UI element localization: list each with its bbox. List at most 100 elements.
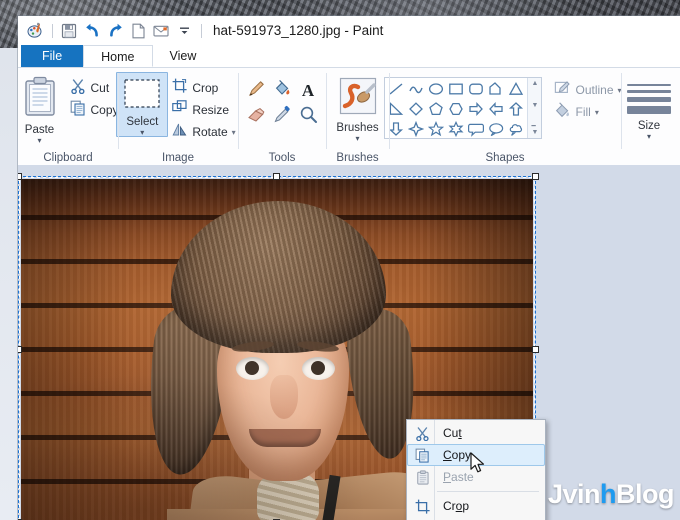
outline-label: Outline: [575, 83, 614, 97]
menu-item-crop-label: Crop: [443, 499, 470, 513]
rotate-caret-icon[interactable]: ▾: [232, 128, 236, 137]
brush-icon: [338, 76, 378, 121]
brushes-label: Brushes: [336, 122, 379, 134]
rotate-label: Rotate: [192, 125, 228, 139]
shapes-scrollbar[interactable]: ▲ ▼ ━ ▼: [527, 78, 542, 138]
window-title: hat-591973_1280.jpg - Paint: [213, 23, 384, 38]
paint-app-icon[interactable]: [24, 20, 46, 42]
open-gallery-icon[interactable]: ━ ▼: [532, 123, 539, 136]
select-button[interactable]: Select ▾: [116, 72, 169, 137]
paste-button[interactable]: Paste ▾: [18, 72, 66, 145]
scroll-down-icon[interactable]: ▼: [532, 102, 539, 110]
pencil-icon: [247, 79, 266, 103]
menu-item-cut[interactable]: Cut: [407, 422, 545, 444]
fill-icon: [554, 101, 570, 123]
copy-button[interactable]: Copy: [66, 99, 123, 121]
shape-polygon[interactable]: [486, 79, 506, 99]
resize-button[interactable]: Resize: [168, 99, 239, 121]
tab-file[interactable]: File: [21, 45, 84, 67]
shape-rounded-rectangle[interactable]: [466, 79, 486, 99]
clipboard-icon: [22, 76, 58, 123]
select-caret-icon[interactable]: ▾: [140, 129, 144, 137]
shape-diamond[interactable]: [406, 99, 426, 119]
shape-right-arrow[interactable]: [466, 99, 486, 119]
menu-item-paste: Paste: [407, 466, 545, 488]
resize-icon: [172, 100, 187, 120]
shape-down-arrow[interactable]: [386, 119, 406, 139]
size-label: Size: [637, 120, 661, 132]
shape-pentagon[interactable]: [426, 99, 446, 119]
redo-icon[interactable]: [104, 20, 126, 42]
crop-button[interactable]: Crop: [168, 77, 239, 99]
menu-item-copy[interactable]: Copy: [407, 444, 545, 466]
selection-handle-top-center[interactable]: [273, 173, 280, 180]
tab-home[interactable]: Home: [83, 45, 153, 67]
shape-rectangle[interactable]: [446, 79, 466, 99]
shape-six-point-star[interactable]: [446, 119, 466, 139]
watermark-part2: h: [600, 479, 617, 509]
watermark-part3: Blog: [616, 479, 675, 509]
watermark-part1: Jvin: [547, 479, 601, 509]
shape-line[interactable]: [386, 79, 406, 99]
ribbon-group-image: Select ▾ Crop Resize Rotate ▾ Image: [116, 68, 239, 166]
shape-oval-callout[interactable]: [486, 119, 506, 139]
outline-button[interactable]: Outline ▾: [550, 79, 625, 101]
canvas-area[interactable]: Cut Copy Paste Crop JvinhBlog: [18, 165, 680, 520]
group-label-tools: Tools: [268, 152, 296, 164]
brushes-button[interactable]: Brushes ▾: [332, 72, 384, 143]
tool-pencil[interactable]: [243, 78, 269, 104]
undo-icon[interactable]: [81, 20, 103, 42]
email-icon[interactable]: [150, 20, 172, 42]
save-icon[interactable]: [58, 20, 80, 42]
selection-handle-middle-right[interactable]: [532, 346, 539, 353]
shape-triangle[interactable]: [506, 79, 526, 99]
fill-caret-icon[interactable]: ▾: [595, 108, 599, 117]
shape-right-triangle[interactable]: [386, 99, 406, 119]
selection-handle-top-left[interactable]: [18, 173, 22, 180]
brushes-caret-icon[interactable]: ▾: [355, 135, 359, 143]
crop-label: Crop: [192, 81, 219, 95]
scissors-icon: [70, 78, 86, 99]
customize-qat-icon[interactable]: [173, 20, 195, 42]
tool-eraser[interactable]: [243, 104, 269, 130]
paint-window: hat-591973_1280.jpg - Paint File Home Vi…: [18, 16, 680, 520]
size-lines-icon: [627, 76, 671, 114]
paste-caret-icon[interactable]: ▾: [37, 137, 41, 145]
fill-button[interactable]: Fill ▾: [550, 101, 625, 123]
rotate-button[interactable]: Rotate ▾: [168, 121, 239, 143]
shape-four-point-star[interactable]: [406, 119, 426, 139]
shapes-gallery[interactable]: ▲ ▼ ━ ▼: [384, 77, 543, 139]
rotate-icon: [172, 122, 187, 142]
new-file-icon[interactable]: [127, 20, 149, 42]
scroll-up-icon[interactable]: ▲: [532, 80, 539, 88]
cut-button[interactable]: Cut: [66, 77, 123, 99]
size-button[interactable]: Size ▾: [623, 72, 675, 141]
size-caret-icon[interactable]: ▾: [647, 133, 651, 141]
qat-separator-2: [201, 23, 202, 38]
ribbon-group-brushes: Brushes ▾ Brushes: [326, 68, 389, 166]
tool-fill[interactable]: [269, 78, 295, 104]
tool-magnifier[interactable]: [295, 104, 321, 130]
shape-hexagon[interactable]: [446, 99, 466, 119]
selection-handle-middle-left[interactable]: [18, 346, 22, 353]
ribbon-group-size: Size ▾: [621, 68, 677, 166]
selection-handle-top-right[interactable]: [532, 173, 539, 180]
shape-curve[interactable]: [406, 79, 426, 99]
tool-color-picker[interactable]: [269, 104, 295, 130]
context-menu[interactable]: Cut Copy Paste Crop: [406, 419, 546, 520]
cut-label: Cut: [90, 81, 110, 95]
tool-text[interactable]: A: [295, 78, 321, 104]
scissors-icon: [411, 426, 434, 441]
select-rectangle-icon: [122, 77, 162, 115]
shape-oval[interactable]: [426, 79, 446, 99]
shape-five-point-star[interactable]: [426, 119, 446, 139]
outline-icon: [554, 80, 571, 101]
shape-left-arrow[interactable]: [486, 99, 506, 119]
shape-rounded-callout[interactable]: [466, 119, 486, 139]
color-picker-icon: [273, 105, 292, 129]
menu-item-crop[interactable]: Crop: [407, 495, 545, 517]
ribbon-group-clipboard: Paste ▾ Cut Copy Clipboard: [18, 68, 119, 166]
shape-up-arrow[interactable]: [506, 99, 526, 119]
shape-cloud-callout[interactable]: [506, 119, 526, 139]
tab-view[interactable]: View: [153, 45, 214, 67]
